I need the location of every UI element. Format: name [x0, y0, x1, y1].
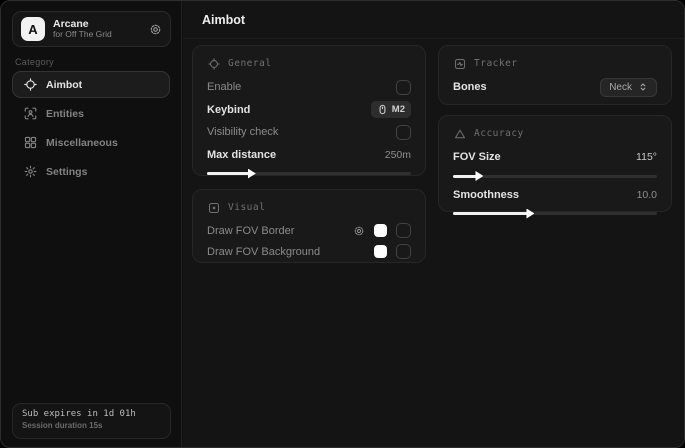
subscription-card: Sub expires in 1d 01h Session duration 1… — [12, 403, 171, 439]
card-title: Tracker — [474, 58, 518, 69]
setting-row-keybind: Keybind M2 — [207, 99, 411, 122]
mouse-icon — [377, 104, 388, 115]
setting-row-max-distance: Max distance 250m — [207, 144, 411, 167]
sidebar-item-label: Settings — [46, 166, 87, 178]
setting-label: Visibility check — [207, 126, 278, 138]
fov-border-color-swatch[interactable] — [374, 224, 387, 237]
card-tracker-header: Tracker — [453, 56, 657, 71]
card-general: General Enable Keybind — [192, 45, 426, 176]
setting-row-visibility-check: Visibility check — [207, 121, 411, 144]
crosshair-icon — [207, 58, 220, 70]
enable-checkbox[interactable] — [396, 80, 411, 95]
setting-label: Smoothness — [453, 189, 519, 201]
setting-row-fov-size: FOV Size 115° — [453, 146, 657, 169]
smoothness-slider[interactable] — [453, 208, 657, 218]
fov-size-slider[interactable] — [453, 171, 657, 181]
slider-track — [453, 175, 657, 178]
sidebar-nav: Aimbot Entities — [12, 71, 170, 187]
sidebar-item-label: Miscellaneous — [46, 137, 118, 149]
bones-selected-value: Neck — [609, 82, 632, 93]
slider-fill — [207, 172, 250, 175]
slider-fill — [453, 212, 528, 215]
sidebar-item-aimbot[interactable]: Aimbot — [12, 71, 170, 98]
max-distance-value: 250m — [385, 149, 411, 161]
keybind-badge[interactable]: M2 — [371, 101, 411, 118]
setting-label: FOV Size — [453, 151, 501, 163]
card-general-header: General — [207, 56, 411, 71]
setting-label: Max distance — [207, 149, 276, 161]
sidebar: A Arcane for Off The Grid Category — [1, 1, 182, 447]
slider-thumb[interactable] — [475, 171, 483, 181]
card-accuracy: Accuracy FOV Size 115° Smoothness 10.0 — [438, 115, 672, 212]
card-accuracy-header: Accuracy — [453, 126, 657, 141]
card-title: Accuracy — [474, 128, 524, 139]
bones-select[interactable]: Neck — [600, 78, 657, 97]
card-tracker: Tracker Bones Neck — [438, 45, 672, 105]
category-label: Category — [15, 57, 54, 67]
setting-label: Enable — [207, 81, 241, 93]
crosshair-icon — [23, 78, 37, 91]
fov-size-value: 115° — [636, 151, 657, 163]
fov-background-checkbox[interactable] — [396, 244, 411, 259]
settings-gear-icon[interactable] — [149, 23, 162, 36]
setting-row-enable: Enable — [207, 76, 411, 99]
max-distance-slider[interactable] — [207, 168, 411, 178]
gear-icon[interactable] — [353, 225, 365, 237]
main-panel: Aimbot General Enable — [183, 1, 684, 447]
slider-thumb[interactable] — [248, 169, 256, 179]
setting-label: Draw FOV Background — [207, 246, 320, 258]
image-frame-icon — [207, 202, 220, 214]
app-logo-letter: A — [28, 22, 37, 37]
smoothness-value: 10.0 — [637, 189, 657, 201]
card-visual: Visual Draw FOV Border — [192, 189, 426, 263]
fov-background-color-swatch[interactable] — [374, 245, 387, 258]
setting-label: Bones — [453, 81, 487, 93]
sidebar-item-label: Aimbot — [46, 79, 82, 91]
content-area: General Enable Keybind — [183, 39, 684, 447]
fov-background-controls — [374, 244, 411, 259]
setting-row-fov-border: Draw FOV Border — [207, 220, 411, 241]
app-logo: A — [21, 17, 45, 41]
page-title: Aimbot — [202, 13, 245, 27]
app-window: A Arcane for Off The Grid Category — [0, 0, 685, 448]
keybind-value: M2 — [392, 104, 405, 115]
fov-border-checkbox[interactable] — [396, 223, 411, 238]
setting-row-smoothness: Smoothness 10.0 — [453, 184, 657, 207]
gear-icon — [23, 165, 37, 178]
setting-row-bones: Bones Neck — [453, 76, 657, 99]
card-visual-header: Visual — [207, 200, 411, 215]
app-meta: Arcane for Off The Grid — [53, 18, 149, 40]
sidebar-item-settings[interactable]: Settings — [12, 158, 170, 185]
sub-expiry-text: Sub expires in 1d 01h — [22, 409, 161, 419]
app-header-card: A Arcane for Off The Grid — [12, 11, 171, 47]
slider-fill — [453, 175, 477, 178]
activity-icon — [453, 58, 466, 70]
app-subtitle: for Off The Grid — [53, 30, 149, 40]
triangle-icon — [453, 128, 466, 140]
card-title: Visual — [228, 202, 265, 213]
sidebar-item-miscellaneous[interactable]: Miscellaneous — [12, 129, 170, 156]
setting-row-fov-background: Draw FOV Background — [207, 241, 411, 262]
slider-thumb[interactable] — [526, 209, 534, 219]
chevron-up-down-icon — [638, 82, 648, 92]
setting-label: Keybind — [207, 104, 250, 116]
main-header: Aimbot — [183, 1, 684, 39]
scan-person-icon — [23, 107, 37, 120]
grid-icon — [23, 136, 37, 149]
fov-border-controls — [353, 223, 411, 238]
session-duration-text: Session duration 15s — [22, 421, 161, 430]
setting-label: Draw FOV Border — [207, 225, 294, 237]
sidebar-item-entities[interactable]: Entities — [12, 100, 170, 127]
sidebar-item-label: Entities — [46, 108, 84, 120]
card-title: General — [228, 58, 272, 69]
visibility-check-checkbox[interactable] — [396, 125, 411, 140]
